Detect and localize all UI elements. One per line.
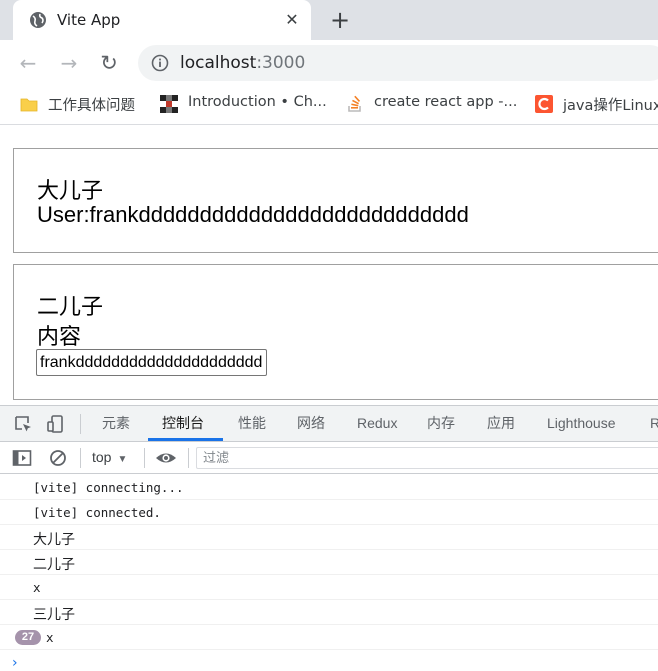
console-message-text: 二儿子 <box>33 557 75 573</box>
tab-redux[interactable]: Redux <box>357 406 397 441</box>
url-port: :3000 <box>256 53 306 73</box>
console-prompt-icon[interactable]: › <box>12 655 18 671</box>
tab-console[interactable]: 控制台 <box>162 406 204 441</box>
eldest-son-panel: 大儿子 User:frankdddddddddddddddddddddddddd… <box>13 148 658 253</box>
browser-tab[interactable]: Vite App ✕ <box>13 0 311 40</box>
console-message-text: [vite] connecting... <box>33 480 184 495</box>
console-message-text: 三儿子 <box>33 607 75 623</box>
tab-strip: Vite App ✕ + <box>0 0 658 40</box>
bookmark-label: java操作Linux <box>563 98 658 114</box>
context-value: top <box>92 449 112 465</box>
info-icon[interactable] <box>151 54 169 72</box>
checker-icon <box>160 95 178 113</box>
content-input[interactable] <box>36 349 267 376</box>
eye-icon[interactable] <box>155 448 177 468</box>
globe-icon <box>30 12 46 28</box>
chevron-down-icon: ▼ <box>117 454 128 465</box>
clear-console-icon[interactable] <box>48 448 68 468</box>
console-message: 27 x <box>0 625 658 650</box>
console-message-text: x <box>46 630 54 645</box>
console-message-text: x <box>33 580 41 595</box>
repeat-count-badge: 27 <box>15 630 41 645</box>
tab-network[interactable]: 网络 <box>297 406 325 441</box>
active-tab-indicator <box>148 438 223 441</box>
console-message: 三儿子 <box>0 600 658 625</box>
devtools-panel: 元素 控制台 性能 网络 Redux 内存 应用 Lighthouse R to… <box>0 405 658 671</box>
console-message-text: [vite] connected. <box>33 505 161 520</box>
console-toolbar: top ▼ 过滤 <box>0 442 658 474</box>
console-message-text: 大儿子 <box>33 532 75 548</box>
tab-elements[interactable]: 元素 <box>102 406 130 441</box>
close-tab-icon[interactable]: ✕ <box>281 9 303 31</box>
console-message: [vite] connecting... <box>0 475 658 500</box>
console-filter-input[interactable]: 过滤 <box>196 447 658 469</box>
toolbar-separator <box>80 448 81 468</box>
second-son-panel: 二儿子 内容 <box>13 264 658 400</box>
console-message: x <box>0 575 658 600</box>
stack-icon <box>348 95 361 112</box>
tab-performance[interactable]: 性能 <box>238 406 266 441</box>
tab-lighthouse[interactable]: Lighthouse <box>547 406 616 441</box>
toolbar-separator <box>144 448 145 468</box>
user-line: User:frankddddddddddddddddddddddddddd <box>37 202 469 227</box>
forward-arrow-icon[interactable]: → <box>55 49 83 77</box>
devtools-tabbar: 元素 控制台 性能 网络 Redux 内存 应用 Lighthouse R <box>0 406 658 442</box>
url-host: localhost <box>180 53 257 73</box>
tab-overflow[interactable]: R <box>650 406 658 441</box>
c-logo-icon <box>535 95 553 113</box>
folder-icon <box>20 98 38 112</box>
console-message: [vite] connected. <box>0 500 658 525</box>
console-messages: [vite] connecting... [vite] connected. 大… <box>0 475 658 670</box>
address-bar[interactable]: localhost:3000 <box>138 45 658 81</box>
inspect-element-icon[interactable] <box>13 414 33 434</box>
browser-toolbar: ← → ↻ localhost:3000 <box>0 40 658 86</box>
bookmarks-bar: 工作具体问题 Introduction • Ch... create react… <box>0 86 658 122</box>
eldest-son-title: 大儿子 <box>37 178 104 203</box>
context-selector[interactable]: top ▼ <box>92 449 127 465</box>
tab-title: Vite App <box>57 11 121 29</box>
console-message: 大儿子 <box>0 525 658 550</box>
second-son-title: 二儿子 <box>37 294 104 319</box>
new-tab-button[interactable]: + <box>326 6 354 34</box>
sidebar-toggle-icon[interactable] <box>12 448 32 468</box>
bookmark-label: Introduction • Ch... <box>188 94 327 110</box>
tab-application[interactable]: 应用 <box>487 406 515 441</box>
bookmark-label: 工作具体问题 <box>48 98 135 114</box>
tab-memory[interactable]: 内存 <box>427 406 455 441</box>
back-arrow-icon[interactable]: ← <box>14 49 42 77</box>
toolbar-separator <box>188 448 189 468</box>
toolbar-separator <box>80 414 81 434</box>
console-message: 二儿子 <box>0 550 658 575</box>
page-viewport: 大儿子 User:frankdddddddddddddddddddddddddd… <box>0 125 658 405</box>
reload-icon[interactable]: ↻ <box>95 49 123 77</box>
device-toolbar-icon[interactable] <box>46 414 66 434</box>
content-label: 内容 <box>37 324 82 349</box>
url-text[interactable]: localhost:3000 <box>180 53 305 73</box>
bookmark-label: create react app -... <box>374 94 518 110</box>
